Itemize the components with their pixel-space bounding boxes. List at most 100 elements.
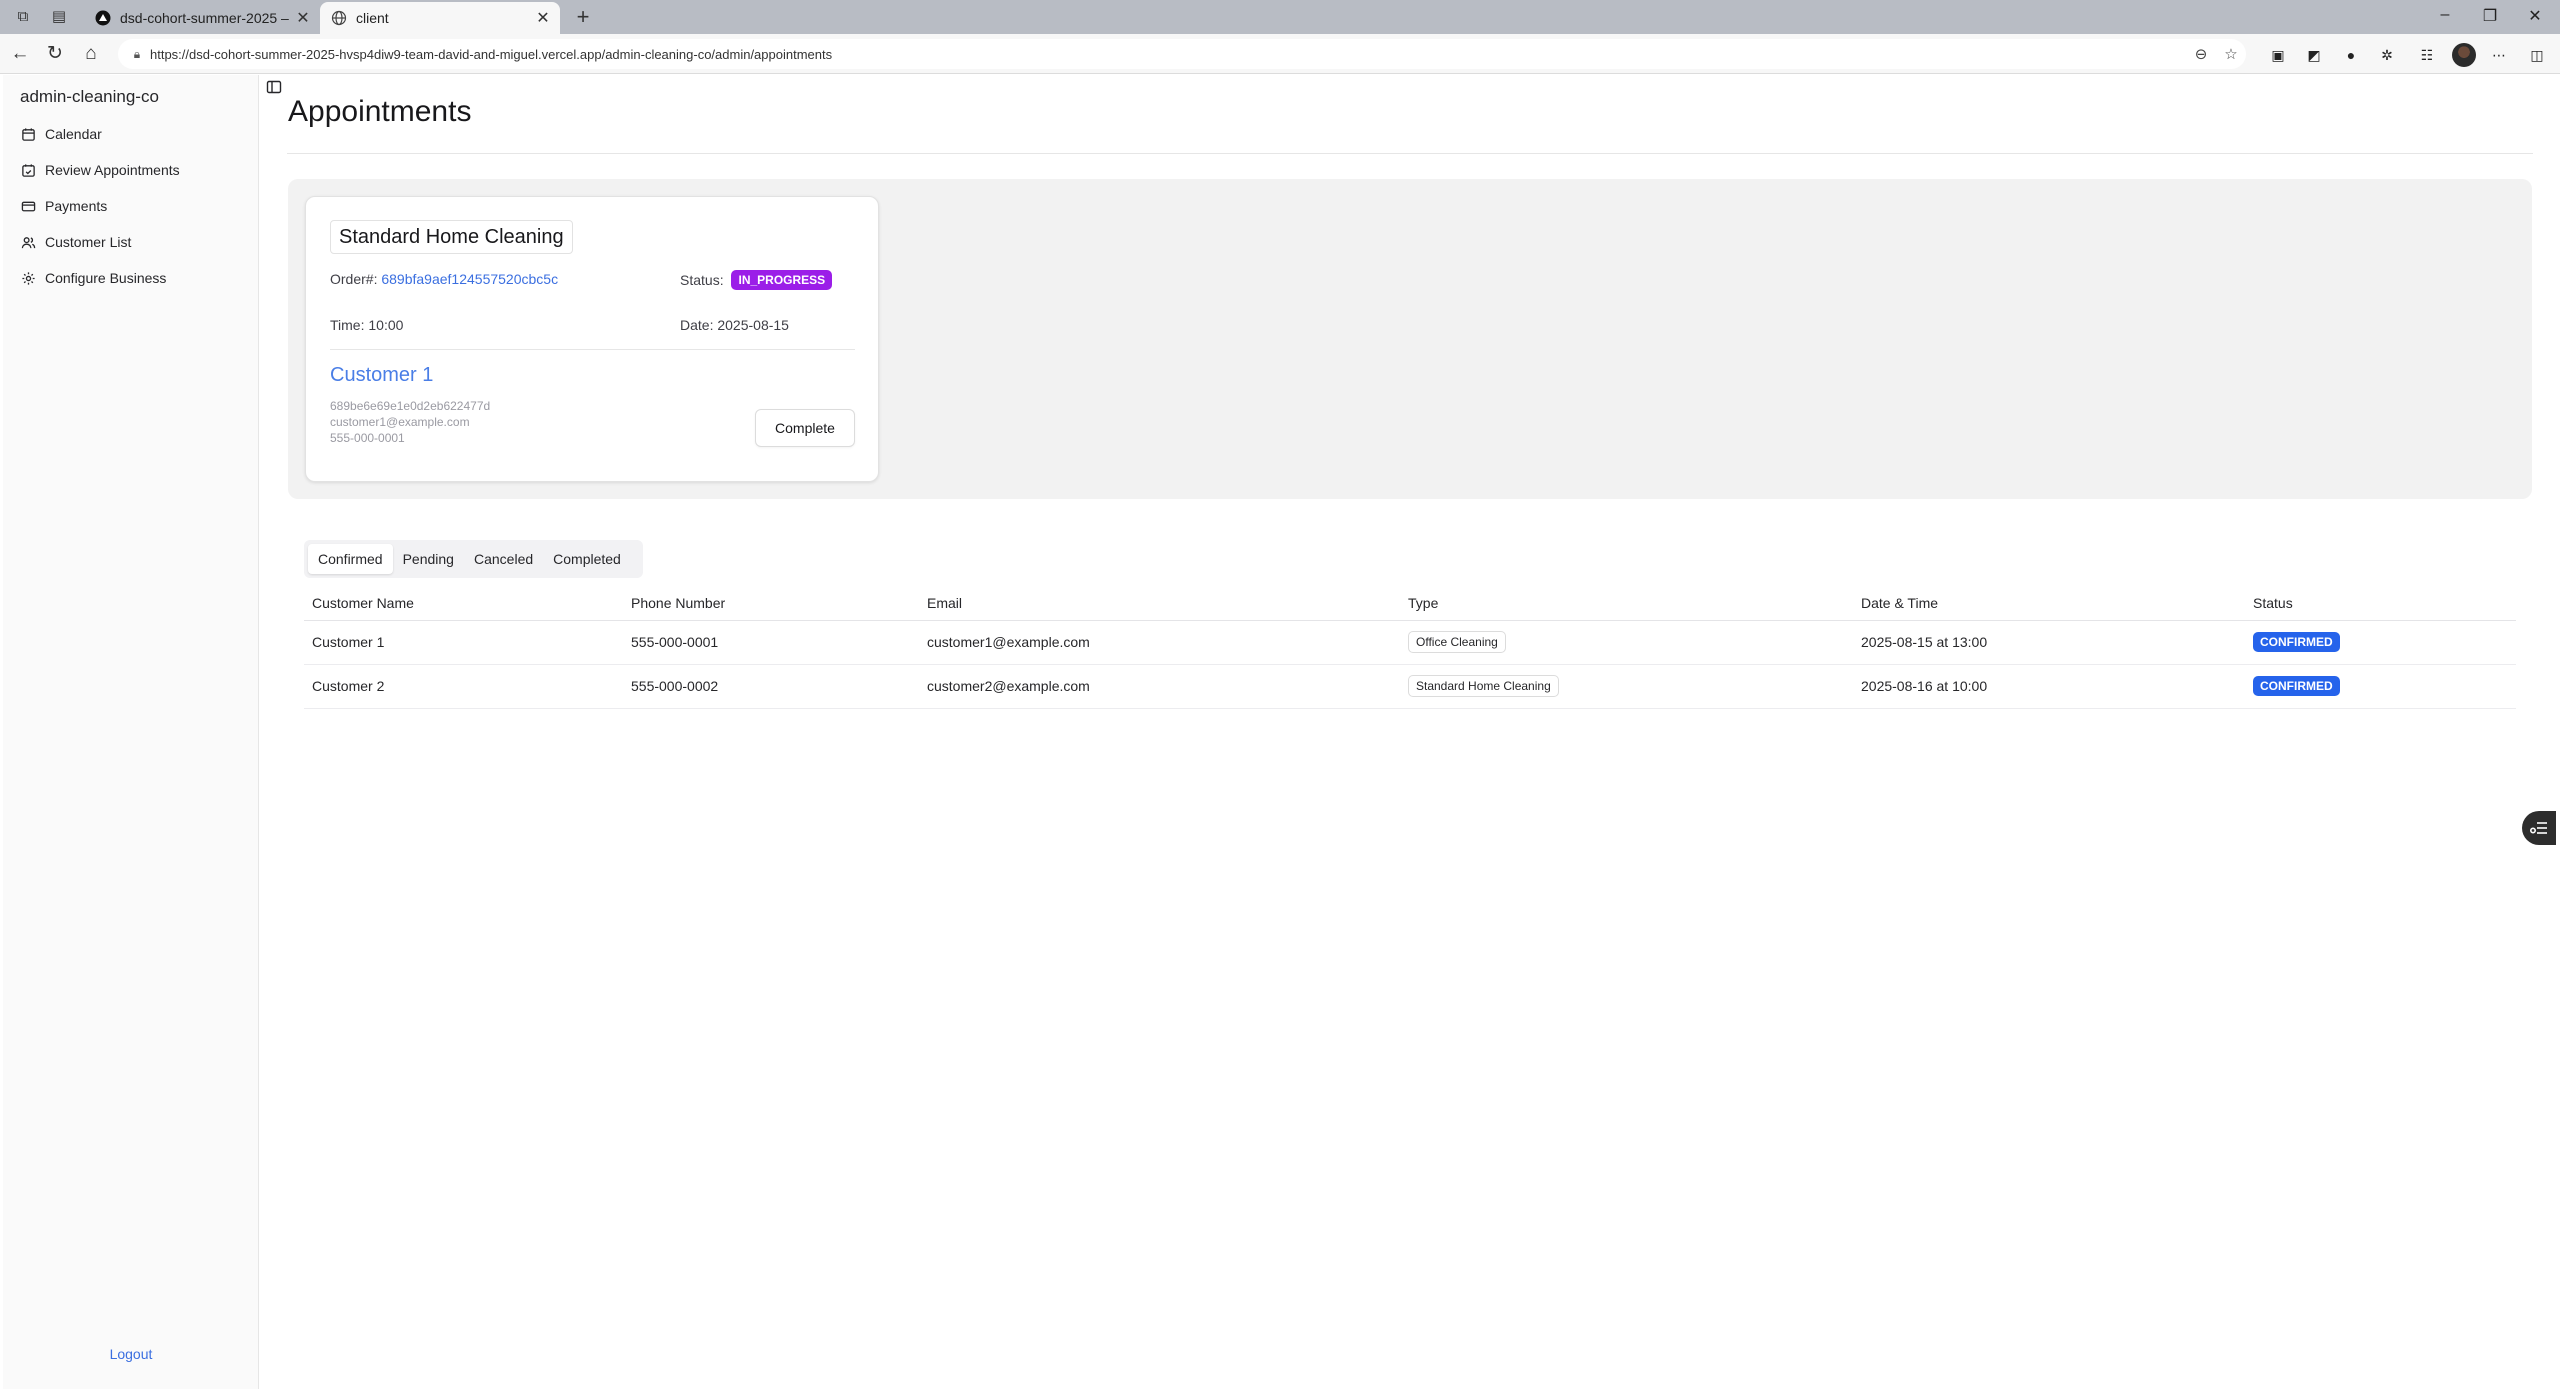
tab-canceled[interactable]: Canceled — [464, 544, 543, 574]
globe-icon — [330, 9, 348, 27]
phone-cell: 555-000-0001 — [623, 620, 919, 665]
time-value: 10:00 — [368, 317, 404, 333]
extension-icon[interactable]: ◩ — [2303, 44, 2325, 66]
reload-icon[interactable]: ↻ — [43, 42, 67, 66]
close-tab-icon[interactable]: ✕ — [292, 8, 314, 28]
extension-icon[interactable]: ▣ — [2267, 44, 2289, 66]
sidebar-item-label: Configure Business — [45, 270, 167, 286]
tab-title: client — [356, 10, 389, 26]
page-title: Appointments — [288, 95, 472, 128]
order-id-link[interactable]: 689bfa9aef124557520cbc5c — [381, 271, 558, 287]
complete-button[interactable]: Complete — [755, 409, 855, 447]
column-header: Type — [1400, 586, 1853, 621]
credit-card-icon — [21, 201, 36, 211]
favorite-star-icon[interactable]: ☆ — [2216, 45, 2246, 63]
sidebar-item-review-appointments[interactable]: Review Appointments — [15, 152, 251, 188]
customer-name-link[interactable]: Customer 1 — [330, 364, 433, 387]
sidebar-item-label: Payments — [45, 198, 108, 214]
browser-toolbar: ← ↻ ⌂ 🔒︎ https://dsd-cohort-summer-2025-… — [0, 34, 2560, 74]
tab-title: dsd-cohort-summer-2025 – Depl — [120, 10, 292, 26]
profile-avatar[interactable] — [2452, 43, 2476, 67]
customer-name-cell: Customer 1 — [304, 620, 623, 665]
date-label: Date: — [680, 317, 714, 333]
calendar-icon — [22, 127, 35, 141]
sidebar-item-customer-list[interactable]: Customer List — [15, 224, 251, 260]
customer-phone: 555-000-0001 — [330, 431, 405, 445]
extension-icon[interactable]: ● — [2340, 44, 2362, 66]
calendar-check-icon — [22, 163, 35, 177]
org-name: admin-cleaning-co — [20, 87, 159, 106]
status-badge: IN_PROGRESS — [731, 270, 833, 290]
order-row: Order#: 689bfa9aef124557520cbc5c — [330, 271, 558, 287]
floating-assistant-button[interactable] — [2522, 811, 2556, 845]
workspaces-icon[interactable]: ⧉ — [13, 7, 33, 27]
type-cell: Standard Home Cleaning — [1400, 664, 1853, 709]
datetime-cell: 2025-08-15 at 13:00 — [1853, 620, 2245, 665]
back-icon[interactable]: ← — [8, 42, 32, 66]
phone-cell: 555-000-0002 — [623, 664, 919, 709]
customer-name-cell: Customer 2 — [304, 664, 623, 709]
status-tabs: Confirmed Pending Canceled Completed — [304, 540, 643, 578]
sidebar-panel-icon[interactable]: ◫ — [2526, 44, 2548, 66]
column-header: Phone Number — [623, 586, 919, 621]
customer-email: customer1@example.com — [330, 415, 470, 429]
more-options-icon[interactable]: ⋯ — [2488, 44, 2510, 66]
app-root: admin-cleaning-co Calendar Review Appoin… — [0, 75, 2560, 1392]
table-header-row: Customer Name Phone Number Email Type Da… — [304, 586, 2516, 621]
new-tab-icon[interactable]: + — [570, 4, 596, 30]
column-header: Email — [919, 586, 1400, 621]
sidebar-toggle-icon[interactable] — [266, 79, 282, 95]
order-label: Order#: — [330, 271, 378, 287]
time-row: Time: 10:00 — [330, 317, 403, 333]
status-label: Status: — [680, 272, 724, 288]
minimize-icon[interactable]: – — [2430, 6, 2460, 24]
logout-link[interactable]: Logout — [3, 1346, 259, 1362]
settings-icon — [22, 271, 35, 285]
close-tab-icon[interactable]: ✕ — [532, 8, 554, 28]
sidebar-item-label: Review Appointments — [45, 162, 180, 178]
browser-tab-deployment[interactable]: dsd-cohort-summer-2025 – Depl ✕ — [84, 2, 320, 34]
sidebar-item-configure-business[interactable]: Configure Business — [15, 260, 251, 296]
divider — [330, 349, 855, 350]
list-settings-icon — [2530, 822, 2547, 834]
tab-confirmed[interactable]: Confirmed — [308, 544, 393, 574]
sidebar: admin-cleaning-co Calendar Review Appoin… — [3, 75, 259, 1389]
datetime-cell: 2025-08-16 at 10:00 — [1853, 664, 2245, 709]
status-badge: CONFIRMED — [2253, 676, 2340, 696]
favorites-icon[interactable]: ☷ — [2416, 44, 2438, 66]
table-row[interactable]: Customer 1 555-000-0001 customer1@exampl… — [304, 620, 2516, 665]
home-icon[interactable]: ⌂ — [79, 42, 103, 66]
divider — [287, 153, 2533, 154]
address-bar[interactable]: 🔒︎ https://dsd-cohort-summer-2025-hvsp4d… — [118, 39, 2246, 69]
column-header: Date & Time — [1853, 586, 2245, 621]
sidebar-item-label: Calendar — [45, 126, 102, 142]
time-label: Time: — [330, 317, 365, 333]
reader-mode-icon[interactable]: ⊖ — [2186, 45, 2216, 63]
email-cell: customer1@example.com — [919, 620, 1400, 665]
close-window-icon[interactable]: ✕ — [2520, 6, 2550, 26]
type-badge: Standard Home Cleaning — [1408, 675, 1559, 697]
browser-tab-client[interactable]: client ✕ — [320, 2, 560, 34]
table-row[interactable]: Customer 2 555-000-0002 customer2@exampl… — [304, 664, 2516, 709]
date-value: 2025-08-15 — [717, 317, 789, 333]
sidebar-item-payments[interactable]: Payments — [15, 188, 251, 224]
browser-tab-strip: ⧉ ▤ dsd-cohort-summer-2025 – Depl ✕ clie… — [0, 0, 2560, 34]
tab-completed[interactable]: Completed — [543, 544, 631, 574]
vertical-tabs-icon[interactable]: ▤ — [49, 7, 69, 27]
tab-pending[interactable]: Pending — [393, 544, 464, 574]
sidebar-item-label: Customer List — [45, 234, 132, 250]
column-header: Status — [2245, 586, 2516, 621]
email-cell: customer2@example.com — [919, 664, 1400, 709]
appointment-card: Standard Home Cleaning Order#: 689bfa9ae… — [305, 196, 879, 482]
extensions-puzzle-icon[interactable]: ✲ — [2376, 44, 2398, 66]
restore-icon[interactable]: ❐ — [2475, 6, 2505, 26]
column-header: Customer Name — [304, 586, 623, 621]
service-name: Standard Home Cleaning — [330, 220, 573, 254]
vercel-favicon-icon — [94, 9, 112, 27]
site-info-icon[interactable]: 🔒︎ — [124, 47, 150, 62]
url-text: https://dsd-cohort-summer-2025-hvsp4diw9… — [150, 46, 833, 62]
sidebar-item-calendar[interactable]: Calendar — [15, 116, 251, 152]
users-icon — [21, 236, 36, 248]
type-cell: Office Cleaning — [1400, 620, 1853, 665]
type-badge: Office Cleaning — [1408, 631, 1506, 653]
